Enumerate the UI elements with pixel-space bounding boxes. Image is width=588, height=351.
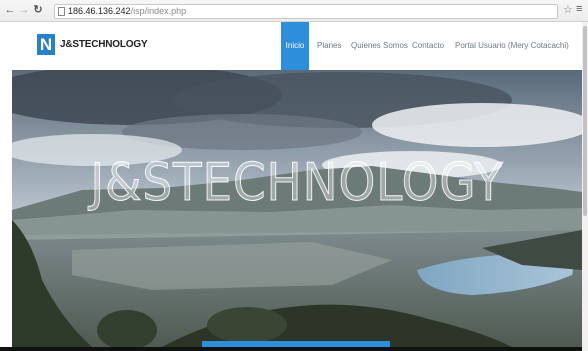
address-bar[interactable]: 186.46.136.242/isp/index.php	[54, 4, 558, 19]
hamburger-menu-icon[interactable]: ≡	[576, 3, 582, 15]
bottom-strip	[0, 347, 582, 351]
site-header: N J&STECHNOLOGY Inicio Planes Quienes So…	[0, 22, 582, 70]
arrow-right-icon[interactable]: →	[18, 4, 30, 17]
browser-toolbar: ← → ↻ 186.46.136.242/isp/index.php ☆ ≡	[0, 0, 588, 22]
nav-quienes-somos[interactable]: Quienes Somos	[351, 22, 408, 70]
scrollbar-thumb[interactable]	[583, 26, 587, 216]
logo[interactable]: N	[37, 34, 55, 55]
hero-title: J&STECHNOLOGY	[90, 153, 504, 214]
nav-inicio[interactable]: Inicio	[281, 22, 309, 70]
star-icon[interactable]: ☆	[563, 3, 573, 16]
nav-portal-usuario[interactable]: Portal Usuario (Mery Cotacachi)	[455, 22, 569, 70]
arrow-left-icon[interactable]: ←	[4, 4, 16, 17]
nav-contacto[interactable]: Contacto	[412, 22, 444, 70]
url-text: 186.46.136.242/isp/index.php	[68, 6, 187, 16]
page-icon	[58, 7, 65, 16]
nav-planes[interactable]: Planes	[317, 22, 341, 70]
brand-name[interactable]: J&STECHNOLOGY	[60, 39, 148, 50]
hero-banner: J&STECHNOLOGY	[12, 70, 582, 347]
reload-icon[interactable]: ↻	[32, 4, 44, 17]
